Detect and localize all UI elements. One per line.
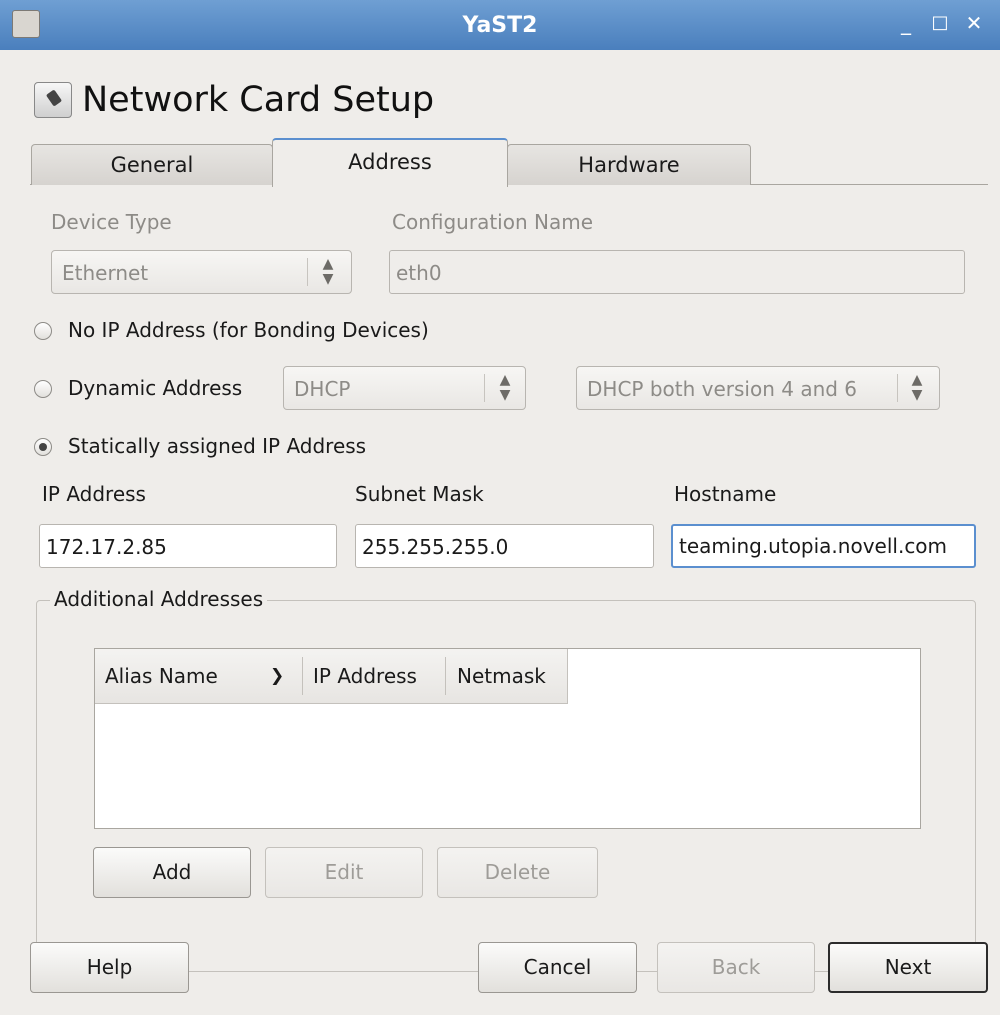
delete-button[interactable]: Delete	[437, 847, 598, 898]
updown-arrows-icon: ▲ ▼	[911, 372, 923, 403]
hostname-label: Hostname	[674, 482, 777, 506]
back-button[interactable]: Back	[657, 942, 815, 993]
hostname-input[interactable]: teaming.utopia.novell.com	[671, 524, 976, 568]
dynamic-address-label[interactable]: Dynamic Address	[68, 376, 242, 400]
dhcp-version-combo: DHCP both version 4 and 6 ▲ ▼	[576, 366, 940, 410]
dynamic-address-radio[interactable]	[34, 380, 52, 398]
additional-addresses-title: Additional Addresses	[50, 587, 268, 611]
add-button[interactable]: Add	[93, 847, 251, 898]
static-address-radio[interactable]	[34, 438, 52, 456]
updown-arrows-icon: ▲ ▼	[322, 256, 334, 287]
ip-address-input[interactable]: 172.17.2.85	[39, 524, 337, 568]
dhcp-mode-combo: DHCP ▲ ▼	[283, 366, 526, 410]
next-button[interactable]: Next	[828, 942, 988, 993]
tab-hardware[interactable]: Hardware	[507, 144, 751, 185]
window-titlebar: YaST2 _ □ ✕	[0, 0, 1000, 50]
ip-address-label: IP Address	[42, 482, 146, 506]
subnet-mask-label: Subnet Mask	[355, 482, 484, 506]
tab-general[interactable]: General	[31, 144, 273, 185]
column-separator	[445, 657, 446, 695]
chevron-down-icon[interactable]: ❯	[270, 666, 284, 686]
network-card-icon	[34, 82, 72, 118]
close-icon[interactable]: ✕	[960, 11, 988, 35]
window-title: YaST2	[462, 13, 538, 38]
combo-separator	[897, 374, 898, 402]
no-ip-label[interactable]: No IP Address (for Bonding Devices)	[68, 318, 429, 342]
no-ip-radio[interactable]	[34, 322, 52, 340]
config-name-label: Configuration Name	[392, 210, 593, 234]
column-separator	[302, 657, 303, 695]
updown-arrows-icon: ▲ ▼	[499, 372, 511, 403]
static-address-label[interactable]: Statically assigned IP Address	[68, 434, 366, 458]
subnet-mask-input[interactable]: 255.255.255.0	[355, 524, 654, 568]
config-name-field: eth0	[389, 250, 965, 294]
device-type-combo: Ethernet ▲ ▼	[51, 250, 352, 294]
maximize-icon[interactable]: □	[926, 11, 954, 35]
column-netmask[interactable]: Netmask	[457, 664, 546, 688]
combo-separator	[307, 258, 308, 286]
device-type-value: Ethernet	[62, 261, 149, 285]
tab-address[interactable]: Address	[272, 138, 508, 187]
help-button[interactable]: Help	[30, 942, 189, 993]
page-title: Network Card Setup	[82, 80, 435, 120]
column-ip-address[interactable]: IP Address	[313, 664, 417, 688]
combo-separator	[484, 374, 485, 402]
edit-button[interactable]: Edit	[265, 847, 423, 898]
column-alias-name[interactable]: Alias Name	[105, 664, 218, 688]
device-type-label: Device Type	[51, 210, 172, 234]
dhcp-version-value: DHCP both version 4 and 6	[587, 377, 858, 401]
cancel-button[interactable]: Cancel	[478, 942, 637, 993]
minimize-icon[interactable]: _	[892, 11, 920, 35]
dialog-content: Network Card Setup General Address Hardw…	[0, 50, 1000, 1015]
alias-table[interactable]: Alias Name ❯ IP Address Netmask	[94, 648, 921, 829]
alias-table-header: Alias Name ❯ IP Address Netmask	[95, 649, 568, 704]
dhcp-mode-value: DHCP	[294, 377, 351, 401]
